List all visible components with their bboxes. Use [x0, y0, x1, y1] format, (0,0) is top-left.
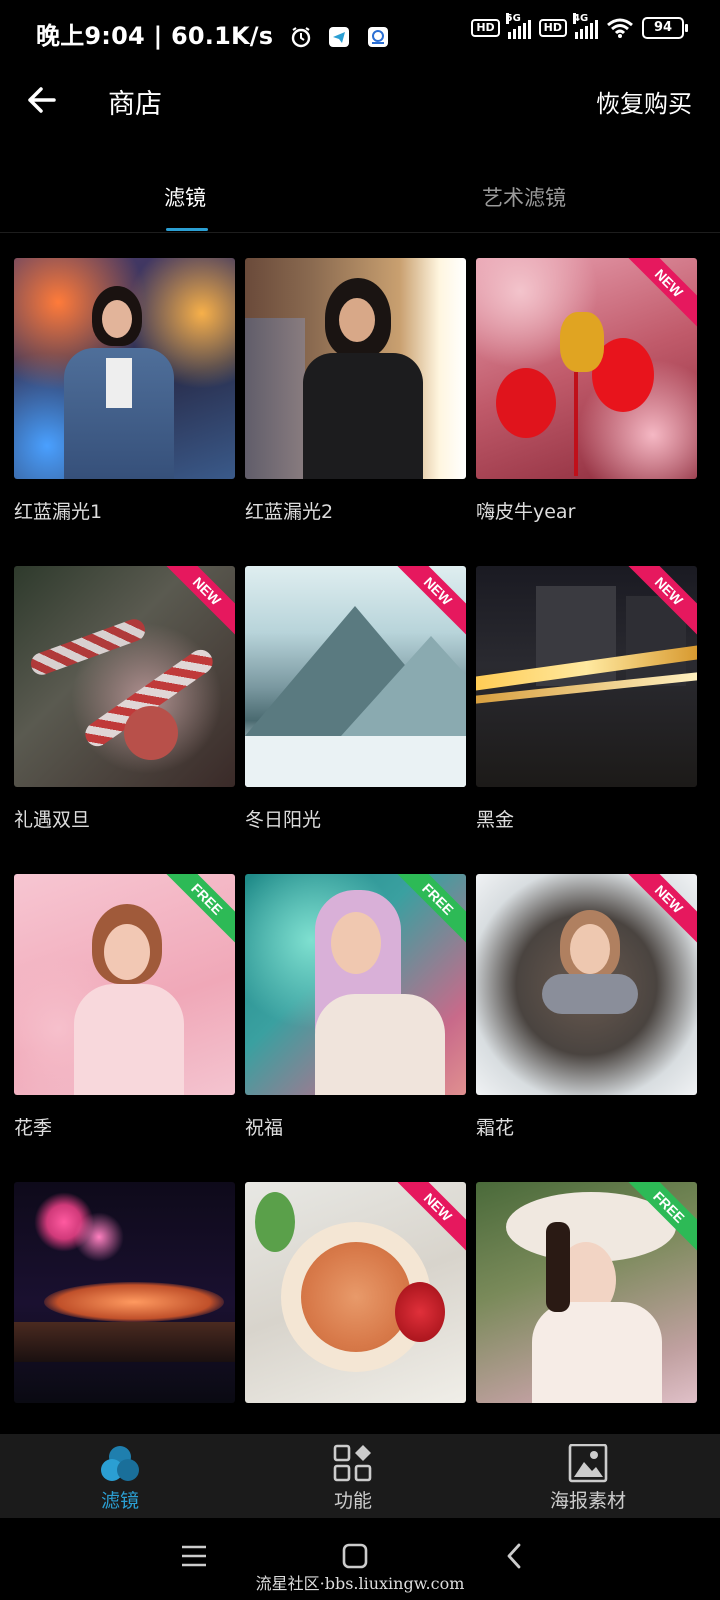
filter-grid: 红蓝漏光1 红蓝漏光2 NEW 嗨皮牛year NEW 礼遇双旦 NEW 冬日阳…	[14, 258, 706, 1434]
status-time: 晚上9:04 | 60.1K/s	[36, 22, 274, 50]
bottom-navigation: 滤镜 功能 海报素材	[0, 1434, 720, 1518]
poster-icon	[566, 1443, 610, 1484]
filter-card[interactable]: FREE 祝福	[245, 874, 466, 1140]
free-badge: FREE	[165, 874, 235, 944]
battery-icon: 94	[642, 17, 688, 39]
filter-thumbnail	[245, 258, 466, 479]
restore-purchase-button[interactable]: 恢复购买	[596, 84, 692, 119]
watermark: 流星社区·bbs.liuxingw.com	[255, 1574, 465, 1593]
wifi-icon	[607, 18, 633, 38]
new-badge: NEW	[627, 874, 697, 944]
page-title: 商店	[108, 89, 162, 120]
filter-card[interactable]: FREE	[476, 1182, 697, 1421]
tab-art-filters[interactable]: 艺术滤镜	[482, 182, 566, 212]
home-icon[interactable]	[342, 1543, 368, 1569]
new-badge: NEW	[396, 566, 466, 636]
nav-label: 功能	[333, 1490, 372, 1512]
free-badge: FREE	[396, 874, 466, 944]
nav-filters[interactable]: 滤镜	[40, 1444, 200, 1513]
new-badge: NEW	[165, 566, 235, 636]
nav-functions[interactable]: 功能	[273, 1444, 433, 1513]
new-badge: NEW	[396, 1182, 466, 1252]
filter-name: 霜花	[476, 1117, 515, 1139]
filter-name: 红蓝漏光2	[245, 501, 334, 523]
filter-name: 花季	[14, 1117, 53, 1139]
system-navigation-bar: 流星社区·bbs.liuxingw.com	[0, 1518, 720, 1600]
signal-5g-icon: 5G	[505, 13, 531, 39]
filter-name: 嗨皮牛year	[476, 501, 576, 523]
status-bar: 晚上9:04 | 60.1K/s HD 5G HD 4G 94	[0, 0, 720, 64]
new-badge: NEW	[627, 258, 697, 328]
hd-indicator: HD	[471, 19, 500, 37]
tab-filters[interactable]: 滤镜	[164, 182, 206, 212]
app-notification-icon	[367, 27, 388, 47]
nav-label: 滤镜	[100, 1490, 139, 1512]
filter-card[interactable]: NEW 黑金	[476, 566, 697, 832]
hd-indicator-2: HD	[538, 19, 567, 37]
nav-poster-materials[interactable]: 海报素材	[508, 1443, 668, 1513]
back-button[interactable]	[22, 80, 62, 120]
grid-icon	[331, 1444, 375, 1484]
filter-icon	[98, 1444, 142, 1484]
filter-card[interactable]: NEW 霜花	[476, 874, 697, 1140]
filter-name: 黑金	[476, 809, 515, 831]
new-badge: NEW	[627, 566, 697, 636]
free-badge: FREE	[627, 1182, 697, 1252]
filter-name: 冬日阳光	[245, 809, 322, 831]
category-tabs: 滤镜 艺术滤镜	[0, 170, 720, 233]
filter-card[interactable]	[14, 1182, 235, 1421]
filter-card[interactable]: 红蓝漏光2	[245, 258, 466, 524]
signal-4g-icon: 4G	[573, 13, 598, 39]
app-header: 商店 恢复购买	[0, 72, 720, 128]
back-nav-icon[interactable]	[504, 1542, 524, 1570]
filter-card[interactable]: NEW 礼遇双旦	[14, 566, 235, 832]
filter-name: 礼遇双旦	[14, 809, 91, 831]
menu-icon[interactable]	[180, 1544, 208, 1568]
filter-card[interactable]: 红蓝漏光1	[14, 258, 235, 524]
nav-label: 海报素材	[549, 1490, 626, 1512]
filter-card[interactable]: NEW 冬日阳光	[245, 566, 466, 832]
arrow-left-icon	[28, 87, 56, 113]
filter-card[interactable]: NEW 嗨皮牛year	[476, 258, 697, 524]
filter-name: 祝福	[245, 1117, 284, 1139]
filter-thumbnail	[14, 1182, 235, 1403]
telegram-icon	[329, 27, 350, 47]
filter-card[interactable]: NEW	[245, 1182, 466, 1421]
alarm-icon	[291, 27, 311, 48]
filter-card[interactable]: FREE 花季	[14, 874, 235, 1140]
filter-name: 红蓝漏光1	[14, 501, 103, 523]
tab-indicator	[166, 228, 208, 231]
filter-thumbnail	[14, 258, 235, 479]
